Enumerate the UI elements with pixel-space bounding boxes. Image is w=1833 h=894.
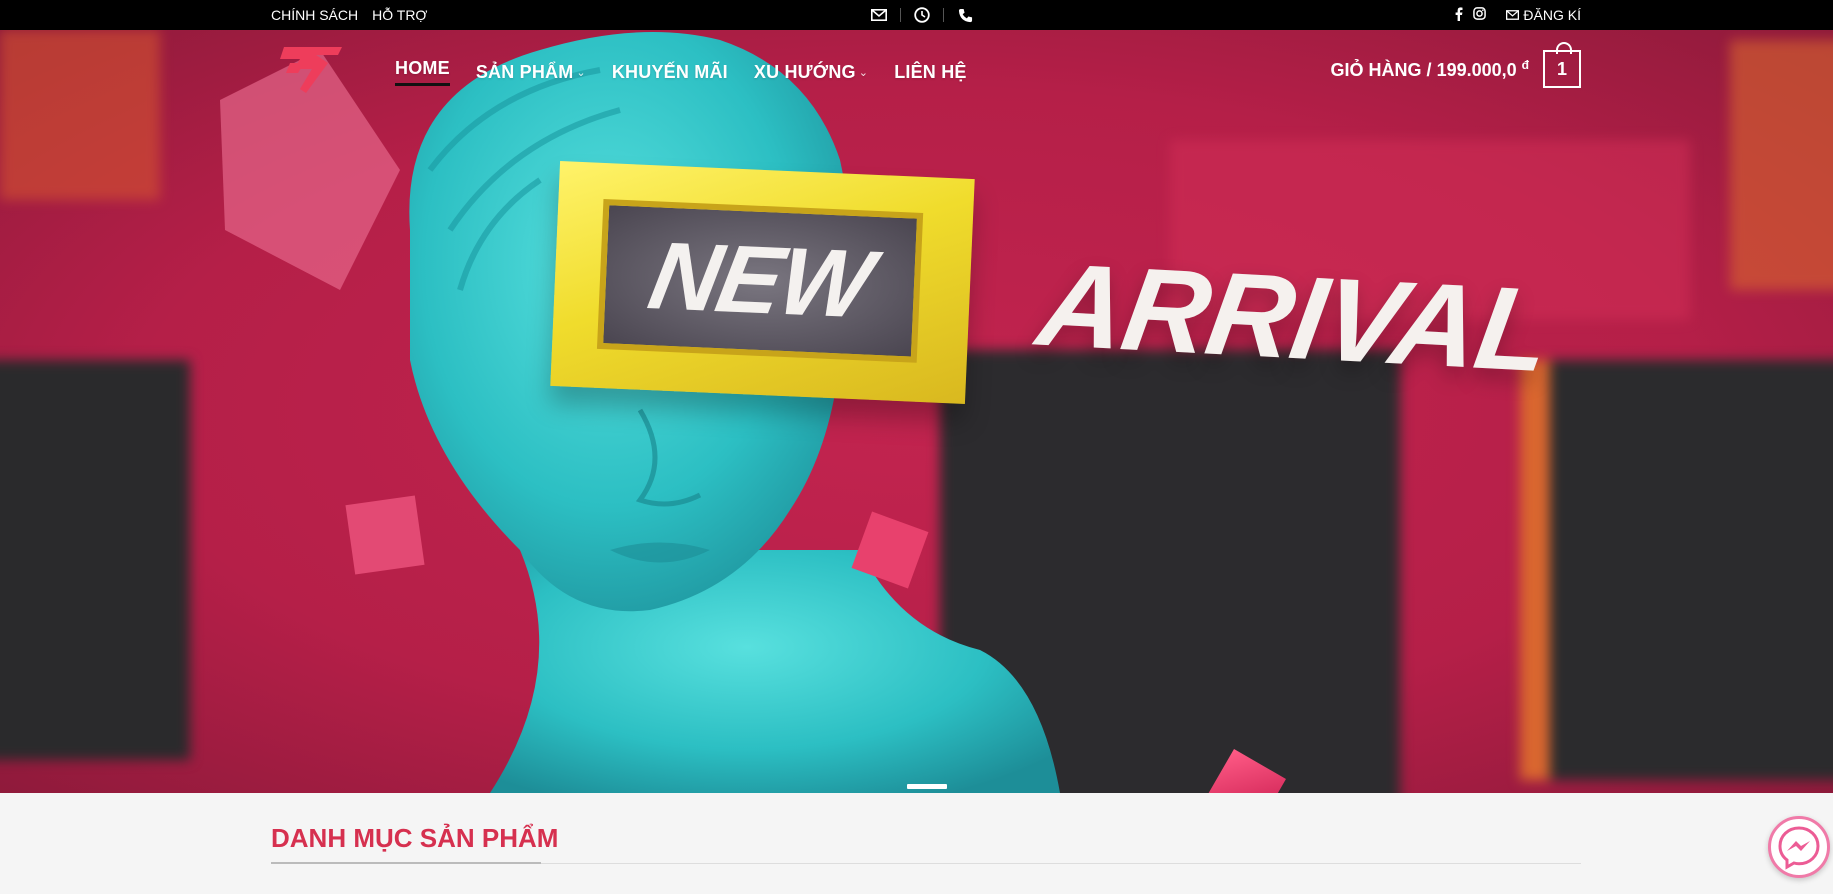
cart-label: GIỎ HÀNG / bbox=[1330, 59, 1432, 80]
register-label: ĐĂNG KÍ bbox=[1523, 7, 1581, 23]
section-title-underline bbox=[271, 862, 541, 864]
cart-label-group: GIỎ HÀNG / 199.000,0 đ bbox=[1331, 58, 1529, 81]
mail-icon[interactable] bbox=[868, 0, 890, 30]
background-panel bbox=[1520, 360, 1833, 780]
register-link[interactable]: ĐĂNG KÍ bbox=[1506, 7, 1581, 23]
statue-illustration bbox=[345, 32, 1060, 793]
topbar-links: CHÍNH SÁCH HỖ TRỢ bbox=[271, 0, 427, 30]
topbar-contact-icons bbox=[868, 0, 976, 30]
nav-item-label: KHUYẾN MÃI bbox=[611, 61, 728, 82]
background-panel bbox=[0, 360, 190, 760]
currency-symbol: đ bbox=[1521, 57, 1529, 72]
cart-amount: 199.000,0 đ bbox=[1436, 57, 1529, 80]
nav-item-contact[interactable]: LIÊN HỆ bbox=[894, 58, 966, 86]
facebook-icon[interactable] bbox=[1455, 6, 1463, 24]
chevron-down-icon: ⌄ bbox=[858, 66, 869, 79]
topbar-link-support[interactable]: HỖ TRỢ bbox=[372, 7, 427, 23]
background-panel bbox=[0, 30, 160, 200]
nav-item-label: LIÊN HỆ bbox=[894, 61, 967, 82]
nav-item-products[interactable]: SẢN PHẨM ⌄ bbox=[476, 58, 586, 86]
hero-text-new: NEW bbox=[641, 222, 879, 339]
hero-banner[interactable]: NEW ARRIVAL bbox=[0, 30, 1833, 793]
messenger-icon bbox=[1778, 826, 1820, 870]
divider bbox=[943, 8, 944, 22]
cart-count: 1 bbox=[1556, 58, 1567, 79]
phone-icon[interactable] bbox=[954, 0, 976, 30]
top-bar: CHÍNH SÁCH HỖ TRỢ ĐĂNG KÍ bbox=[0, 0, 1833, 30]
mail-icon bbox=[1506, 10, 1520, 20]
nav-item-label: HOME bbox=[395, 58, 450, 78]
site-logo[interactable] bbox=[276, 45, 346, 95]
nav-item-label: SẢN PHẨM bbox=[475, 61, 574, 82]
nav-item-label: XU HƯỚNG bbox=[753, 61, 856, 82]
clock-icon[interactable] bbox=[911, 0, 933, 30]
hero-text-arrival: ARRIVAL bbox=[1029, 239, 1559, 397]
nav-item-trends[interactable]: XU HƯỚNG ⌄ bbox=[754, 58, 868, 86]
messenger-chat-button[interactable] bbox=[1768, 816, 1830, 878]
topbar-right: ĐĂNG KÍ bbox=[1455, 0, 1581, 30]
topbar-link-policy[interactable]: CHÍNH SÁCH bbox=[271, 7, 358, 23]
background-panel bbox=[1730, 40, 1833, 290]
divider bbox=[900, 8, 901, 22]
nav-item-promotions[interactable]: KHUYẾN MÃI bbox=[612, 58, 728, 86]
new-frame-screen: NEW bbox=[596, 198, 924, 363]
slider-indicator[interactable] bbox=[907, 784, 947, 789]
instagram-icon[interactable] bbox=[1473, 7, 1487, 23]
new-frame: NEW bbox=[550, 161, 975, 404]
chevron-down-icon: ⌄ bbox=[576, 66, 586, 79]
nav-item-home[interactable]: HOME bbox=[395, 58, 450, 86]
cart-count-badge[interactable]: 1 bbox=[1543, 42, 1581, 88]
cart-summary[interactable]: GIỎ HÀNG / 199.000,0 đ 1 bbox=[1331, 42, 1581, 88]
main-nav: HOME SẢN PHẨM ⌄ KHUYẾN MÃI XU HƯỚNG ⌄ LI… bbox=[395, 58, 967, 86]
section-title: DANH MỤC SẢN PHẨM bbox=[271, 823, 559, 853]
